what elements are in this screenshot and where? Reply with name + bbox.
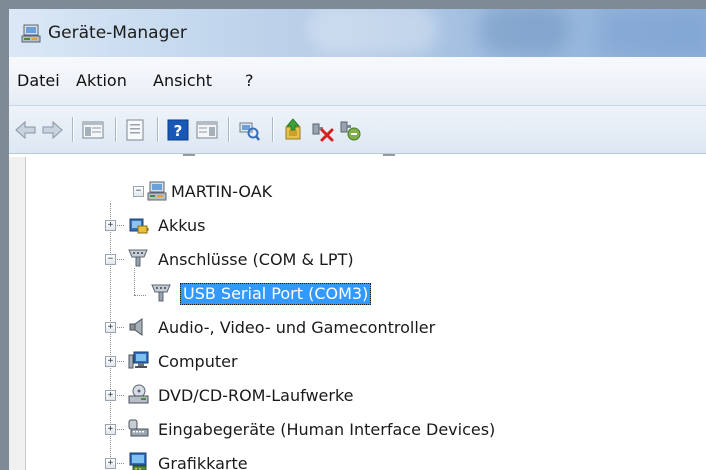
title-bar[interactable]: Geräte-Manager — [9, 9, 706, 57]
tree-root-label[interactable]: MARTIN-OAK — [171, 181, 272, 203]
computer-network-icon — [147, 181, 167, 201]
help-icon[interactable]: ? — [166, 118, 190, 142]
device-manager-window: Geräte-Manager Datei Aktion Ansicht ? ? … — [9, 9, 706, 470]
tree-left-frame — [9, 157, 26, 470]
expand-toggle-eingabegeraete[interactable]: + — [105, 424, 116, 435]
menu-datei[interactable]: Datei — [17, 71, 60, 90]
expand-toggle-computer[interactable]: + — [105, 356, 116, 367]
port-icon — [151, 284, 171, 302]
update-driver-icon[interactable] — [281, 118, 305, 142]
device-manager-icon[interactable] — [21, 22, 43, 44]
menu-bar: Datei Aktion Ansicht ? — [9, 57, 706, 106]
port-icon — [128, 249, 148, 267]
disable-device-icon[interactable] — [338, 118, 362, 142]
show-hide-console-tree-icon[interactable] — [81, 118, 105, 142]
dvd-drive-icon — [128, 384, 149, 404]
tree-item-computer[interactable]: Computer — [158, 351, 238, 373]
tree-item-anschluesse[interactable]: Anschlüsse (COM & LPT) — [158, 249, 354, 271]
tree-item-grafikkarte[interactable]: Grafikkarte — [158, 453, 248, 470]
properties-icon[interactable] — [123, 118, 147, 142]
expand-toggle-audio[interactable]: + — [105, 322, 116, 333]
tree-item-dvd[interactable]: DVD/CD-ROM-Laufwerke — [158, 385, 354, 407]
scan-hardware-icon[interactable] — [237, 118, 261, 142]
collapse-toggle-anschluesse[interactable]: − — [105, 254, 116, 265]
battery-icon — [129, 218, 149, 234]
forward-icon[interactable] — [40, 118, 64, 142]
menu-ansicht[interactable]: Ansicht — [153, 71, 212, 90]
keyboard-icon — [128, 419, 149, 437]
device-tree[interactable]: − MARTIN-OAK + Akkus − Anschlüsse (COM &… — [9, 154, 706, 470]
window-title: Geräte-Manager — [48, 23, 187, 43]
monitor-icon — [128, 351, 149, 369]
toolbar: ? — [9, 106, 706, 154]
action-pane-icon[interactable] — [195, 118, 219, 142]
expand-toggle-akkus[interactable]: + — [105, 220, 116, 231]
expand-toggle-dvd[interactable]: + — [105, 390, 116, 401]
menu-aktion[interactable]: Aktion — [76, 71, 127, 90]
svg-text:?: ? — [174, 122, 183, 140]
root-collapse-toggle[interactable]: − — [133, 186, 144, 197]
tree-item-audio[interactable]: Audio-, Video- und Gamecontroller — [158, 317, 435, 339]
back-icon[interactable] — [14, 118, 38, 142]
expand-toggle-grafikkarte[interactable]: + — [105, 458, 116, 469]
uninstall-icon[interactable] — [310, 118, 334, 142]
menu-help[interactable]: ? — [245, 71, 254, 90]
tree-item-akkus[interactable]: Akkus — [158, 215, 205, 237]
speaker-icon — [129, 318, 143, 336]
tree-item-eingabegeraete[interactable]: Eingabegeräte (Human Interface Devices) — [158, 419, 495, 441]
tree-item-usb-serial-port[interactable]: USB Serial Port (COM3) — [180, 283, 372, 305]
display-adapter-icon — [129, 452, 147, 470]
